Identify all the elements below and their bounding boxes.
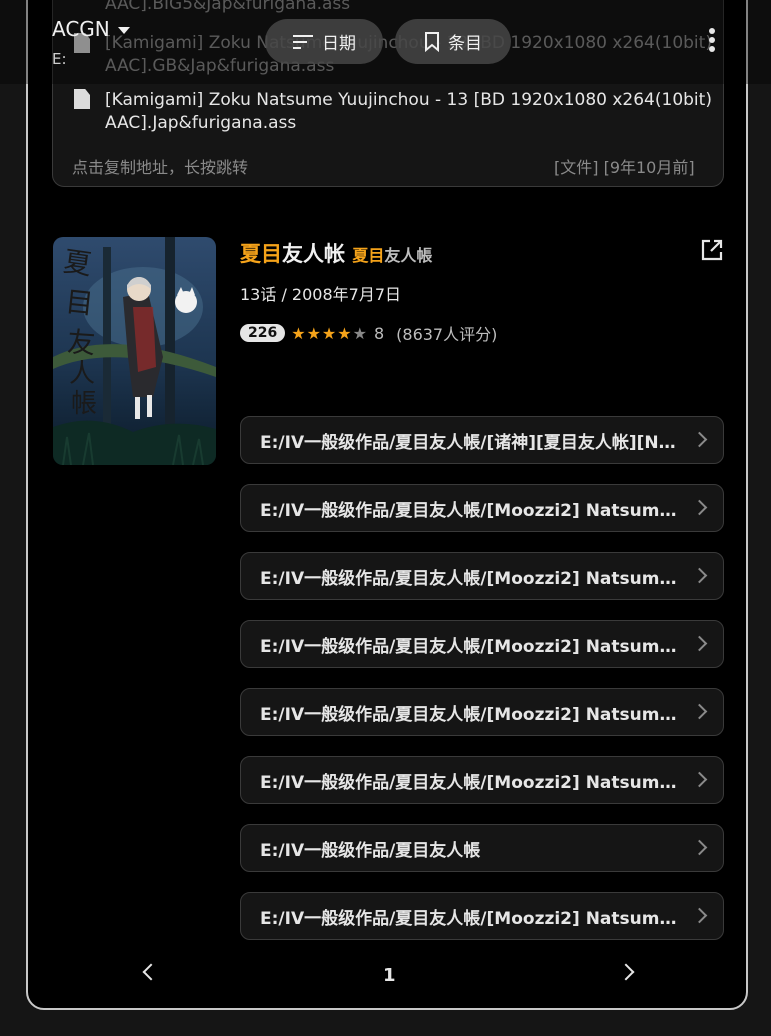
collection-selector[interactable]: ACGN — [52, 17, 130, 41]
chevron-right-icon — [691, 907, 708, 924]
title-alt-rest: 友人帳 — [384, 246, 433, 265]
folder-path-label: E:/IV一般级作品/夏目友人帳/[Moozzi2] Natsume Yuuji… — [260, 500, 680, 521]
folder-path-button[interactable]: E:/IV一般级作品/夏目友人帳/[Moozzi2] Natsume Yuuji… — [240, 892, 724, 940]
file-tags: [文件] [9年10月前] — [554, 158, 695, 177]
open-external-icon[interactable] — [700, 238, 724, 262]
subject-title[interactable]: 夏目友人帐 夏目友人帳 — [240, 238, 432, 268]
title-rest: 友人帐 — [282, 242, 345, 266]
entry-button[interactable]: 条目 — [395, 19, 511, 64]
rating-votes: (8637人评分) — [396, 325, 498, 344]
svg-text:目: 目 — [64, 285, 95, 321]
svg-text:人: 人 — [69, 359, 95, 389]
folder-path-label: E:/IV一般级作品/夏目友人帳/[Moozzi2] Natsume Yuuji… — [260, 772, 680, 793]
folder-path-button[interactable]: E:/IV一般级作品/夏目友人帳 — [240, 824, 724, 872]
file-line-jap-cont[interactable]: AAC].Jap&furigana.ass — [105, 112, 296, 135]
title-alt-highlight: 夏目 — [352, 246, 385, 265]
chevron-right-icon — [691, 567, 708, 584]
collection-label: ACGN — [52, 17, 110, 41]
copy-hint: 点击复制地址，长按跳转 — [72, 158, 249, 177]
poster-image[interactable]: 夏 目 友 人 帳 — [53, 237, 216, 465]
chevron-right-icon — [691, 431, 708, 448]
folder-path-label: E:/IV一般级作品/夏目友人帳/[Moozzi2] Natsume Yuuji… — [260, 704, 680, 725]
collection-drive: E: — [52, 50, 67, 68]
title-highlight: 夏目 — [240, 242, 282, 266]
folder-path-button[interactable]: E:/IV一般级作品/夏目友人帳/[Moozzi2] Natsume Yuuji… — [240, 484, 724, 532]
chevron-right-icon — [691, 771, 708, 788]
folder-path-button[interactable]: E:/IV一般级作品/夏目友人帳/[Moozzi2] Natsume Yuuji… — [240, 688, 724, 736]
sort-date-button[interactable]: 日期 — [265, 19, 383, 64]
star-empty-icon: ★ — [352, 323, 368, 343]
page-number[interactable]: 1 — [383, 965, 396, 986]
folder-path-button[interactable]: E:/IV一般级作品/夏目友人帳/[Moozzi2] Natsume Yuuji… — [240, 756, 724, 804]
folder-path-button[interactable]: E:/IV一般级作品/夏目友人帳/[诸神][夏目友人帐][Natsume Yuu… — [240, 416, 724, 464]
rating-row: 226 ★★★★★ 8 (8637人评分) — [240, 321, 497, 345]
folder-path-label: E:/IV一般级作品/夏目友人帳/[Moozzi2] Natsume Yuuji… — [260, 636, 680, 657]
chevron-right-icon — [691, 499, 708, 516]
folder-path-button[interactable]: E:/IV一般级作品/夏目友人帳/[Moozzi2] Natsume Yuuji… — [240, 552, 724, 600]
document-icon — [74, 89, 90, 109]
rank-badge: 226 — [240, 324, 286, 342]
star-icon: ★ — [291, 323, 307, 343]
chevron-right-icon — [691, 703, 708, 720]
more-vert-icon[interactable] — [706, 28, 718, 58]
sort-icon — [293, 34, 313, 49]
star-icon: ★ — [306, 323, 322, 343]
chevron-right-icon — [691, 635, 708, 652]
top-bar: ACGN E: 日期 条目 — [0, 0, 771, 84]
rating-score: 8 — [373, 323, 385, 343]
rating-stars: ★★★★★ — [291, 324, 368, 343]
svg-text:帳: 帳 — [71, 389, 97, 419]
star-icon: ★ — [337, 323, 353, 343]
star-icon: ★ — [321, 323, 338, 343]
caret-down-icon — [117, 27, 130, 34]
entry-label: 条目 — [448, 34, 482, 54]
folder-path-label: E:/IV一般级作品/夏目友人帳/[Moozzi2] Natsume Yuuji… — [260, 568, 680, 589]
bookmark-icon — [425, 31, 439, 52]
chevron-right-icon — [691, 839, 708, 856]
svg-text:友: 友 — [66, 325, 96, 360]
folder-path-label: E:/IV一般级作品/夏目友人帳/[诸神][夏目友人帐][Natsume Yuu… — [260, 432, 680, 453]
svg-text:夏: 夏 — [61, 245, 93, 282]
file-line-jap[interactable]: [Kamigami] Zoku Natsume Yuujinchou - 13 … — [105, 89, 712, 112]
folder-path-button[interactable]: E:/IV一般级作品/夏目友人帳/[Moozzi2] Natsume Yuuji… — [240, 620, 724, 668]
folder-path-label: E:/IV一般级作品/夏目友人帳/[Moozzi2] Natsume Yuuji… — [260, 908, 680, 929]
folder-path-label: E:/IV一般级作品/夏目友人帳 — [260, 840, 481, 861]
sort-date-label: 日期 — [322, 34, 356, 54]
subject-meta: 13话 / 2008年7月7日 — [240, 285, 402, 304]
